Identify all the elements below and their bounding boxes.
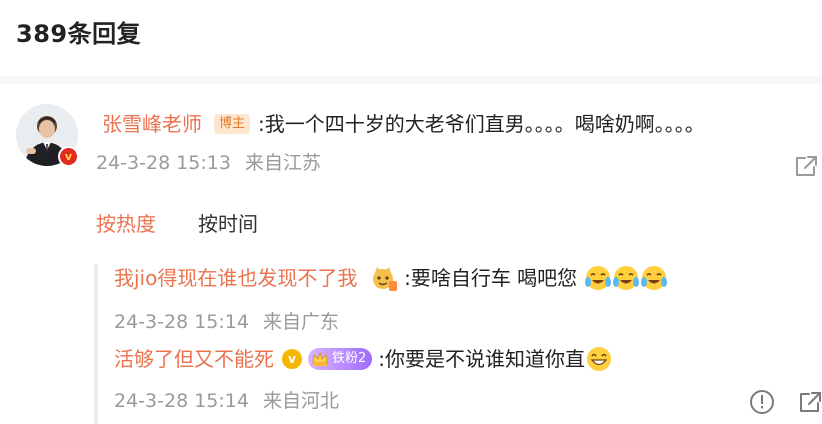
page-title: 389条回复 xyxy=(16,20,142,48)
tab-hot[interactable]: 按热度 xyxy=(96,210,156,238)
reply-meta: 24-3-28 15:14 来自河北 xyxy=(114,388,339,414)
grinning-icon xyxy=(587,346,612,371)
reply-time: 24-3-28 15:14 xyxy=(114,311,249,333)
page-header: 389条回复 xyxy=(0,0,822,76)
fan-badge-label: 铁粉2 xyxy=(332,350,367,366)
reply-text: :要啥自行车 喝吧您 xyxy=(404,266,578,290)
main-comment-text: :我一个四十岁的大老爷们直男。。。。喝啥奶啊。。。。 xyxy=(258,112,705,136)
verified-badge: v xyxy=(58,146,79,167)
reply-line: 我jio得现在谁也发现不了我 :要啥自行车 喝吧您 xyxy=(114,264,668,294)
reply-time: 24-3-28 15:14 xyxy=(114,390,249,412)
reply-source: 来自广东 xyxy=(263,311,340,333)
cat-badge-icon xyxy=(372,266,397,291)
share-icon[interactable] xyxy=(796,388,822,416)
crying-laughing-icon xyxy=(612,265,639,290)
reply-line: 活够了但又不能死 v 铁粉2 :你要是不说谁知道你直 xyxy=(114,345,613,375)
main-comment-time: 24-3-28 15:13 xyxy=(96,152,231,174)
section-divider xyxy=(0,76,822,84)
tab-time[interactable]: 按时间 xyxy=(198,210,258,238)
reply-text: :你要是不说谁知道你直 xyxy=(378,347,586,371)
reply-source: 来自河北 xyxy=(263,390,340,412)
main-comment-line: 张雪峰老师 博主 :我一个四十岁的大老爷们直男。。。。喝啥奶啊。。。。 xyxy=(102,110,705,138)
report-icon[interactable] xyxy=(748,388,776,416)
reply-username[interactable]: 我jio得现在谁也发现不了我 xyxy=(114,266,357,290)
crying-laughing-icon xyxy=(640,265,667,290)
main-comment-source: 来自江苏 xyxy=(245,152,322,174)
reply-username[interactable]: 活够了但又不能死 xyxy=(114,347,274,371)
blogger-tag: 博主 xyxy=(214,113,251,134)
reply-thread-bar xyxy=(94,264,98,424)
fan-badge: 铁粉2 xyxy=(308,347,373,370)
main-comment-username[interactable]: 张雪峰老师 xyxy=(102,112,202,136)
share-icon[interactable] xyxy=(792,152,820,180)
main-comment-meta: 24-3-28 15:13 来自江苏 xyxy=(96,150,321,176)
crying-laughing-icon xyxy=(584,265,611,290)
verified-badge: v xyxy=(282,348,302,369)
crown-icon xyxy=(312,350,328,366)
reply-meta: 24-3-28 15:14 来自广东 xyxy=(114,309,339,335)
